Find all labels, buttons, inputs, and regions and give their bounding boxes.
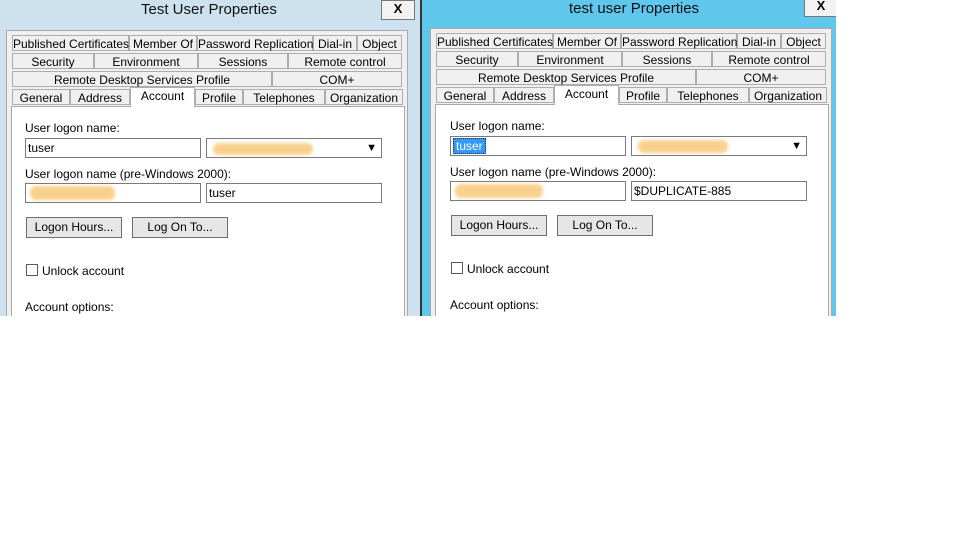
unlock-account-checkbox[interactable] [451, 262, 463, 274]
tab-general[interactable]: General [12, 89, 70, 105]
log-on-to-button[interactable]: Log On To... [557, 215, 653, 236]
tab-organization[interactable]: Organization [749, 87, 827, 103]
tab-general[interactable]: General [436, 87, 494, 103]
title-bar: Test User Properties X [0, 0, 420, 24]
tab-environment[interactable]: Environment [94, 53, 198, 69]
tab-panel: Published Certificates Member Of Passwor… [6, 30, 408, 316]
tab-address[interactable]: Address [494, 87, 554, 103]
tab-security[interactable]: Security [436, 51, 518, 67]
tab-account[interactable]: Account [130, 87, 195, 107]
tab-dial-in[interactable]: Dial-in [737, 33, 781, 49]
tab-profile[interactable]: Profile [619, 87, 667, 103]
user-logon-name-input[interactable]: tuser [450, 136, 626, 156]
tab-remote-control[interactable]: Remote control [712, 51, 826, 67]
tab-member-of[interactable]: Member Of [553, 33, 621, 49]
tab-environment[interactable]: Environment [518, 51, 622, 67]
tab-password-replication[interactable]: Password Replication [621, 33, 737, 49]
tab-member-of[interactable]: Member Of [129, 35, 197, 51]
tab-remote-desktop-services-profile[interactable]: Remote Desktop Services Profile [12, 71, 272, 87]
account-options-label: Account options: [25, 300, 114, 314]
user-logon-name-input[interactable]: tuser [25, 138, 201, 158]
user-logon-name-label: User logon name: [25, 121, 120, 135]
tab-sessions[interactable]: Sessions [198, 53, 288, 69]
chevron-down-icon: ▼ [791, 140, 802, 152]
tab-remote-control[interactable]: Remote control [288, 53, 402, 69]
pre-windows-2000-label: User logon name (pre-Windows 2000): [25, 167, 232, 181]
pre-windows-2000-name-input[interactable]: tuser [206, 183, 382, 203]
window-title: Test User Properties [141, 1, 277, 18]
close-icon: X [393, 1, 403, 16]
pre-windows-2000-name-input[interactable]: $DUPLICATE-885 [631, 181, 807, 201]
chevron-down-icon: ▼ [366, 142, 377, 154]
log-on-to-button[interactable]: Log On To... [132, 217, 228, 238]
dialog-test-user-properties-lowercase: test user Properties X Published Certifi… [422, 0, 836, 316]
tab-sessions[interactable]: Sessions [622, 51, 712, 67]
tab-telephones[interactable]: Telephones [243, 89, 325, 105]
account-options-label: Account options: [450, 298, 539, 312]
window-title: test user Properties [569, 0, 700, 17]
tab-published-certificates[interactable]: Published Certificates [12, 35, 129, 51]
close-button[interactable]: X [381, 0, 415, 20]
tab-remote-desktop-services-profile[interactable]: Remote Desktop Services Profile [436, 69, 696, 85]
tab-panel: Published Certificates Member Of Passwor… [430, 28, 832, 316]
dialog-test-user-properties: Test User Properties X Published Certifi… [0, 0, 420, 316]
upn-suffix-dropdown[interactable]: ▼ [206, 138, 382, 158]
tab-security[interactable]: Security [12, 53, 94, 69]
tab-profile[interactable]: Profile [195, 89, 243, 105]
tab-object[interactable]: Object [781, 33, 826, 49]
redacted-area [455, 184, 543, 198]
pre-windows-2000-label: User logon name (pre-Windows 2000): [450, 165, 657, 179]
unlock-account-label: Unlock account [467, 262, 550, 276]
tab-object[interactable]: Object [357, 35, 402, 51]
tab-organization[interactable]: Organization [325, 89, 403, 105]
tab-address[interactable]: Address [70, 89, 130, 105]
tab-com-plus[interactable]: COM+ [272, 71, 402, 87]
tab-dial-in[interactable]: Dial-in [313, 35, 357, 51]
account-tab-content: User logon name: tuser ▼ User logon name… [435, 104, 829, 316]
pre-windows-2000-domain-field [450, 181, 626, 201]
tab-com-plus[interactable]: COM+ [696, 69, 826, 85]
redacted-area [30, 186, 115, 200]
unlock-account-label: Unlock account [42, 264, 125, 278]
tab-password-replication[interactable]: Password Replication [197, 35, 313, 51]
tab-published-certificates[interactable]: Published Certificates [436, 33, 553, 49]
unlock-account-checkbox[interactable] [26, 264, 38, 276]
account-tab-content: User logon name: tuser ▼ User logon name… [11, 106, 405, 316]
title-bar: test user Properties X [422, 0, 836, 24]
logon-hours-button[interactable]: Logon Hours... [26, 217, 122, 238]
close-button[interactable]: X [804, 0, 836, 17]
redacted-area [638, 140, 728, 153]
close-icon: X [816, 0, 826, 13]
tab-telephones[interactable]: Telephones [667, 87, 749, 103]
user-logon-name-label: User logon name: [450, 119, 545, 133]
logon-hours-button[interactable]: Logon Hours... [451, 215, 547, 236]
redacted-area [213, 143, 313, 155]
upn-suffix-dropdown[interactable]: ▼ [631, 136, 807, 156]
pre-windows-2000-domain-field [25, 183, 201, 203]
tab-account[interactable]: Account [554, 85, 619, 105]
